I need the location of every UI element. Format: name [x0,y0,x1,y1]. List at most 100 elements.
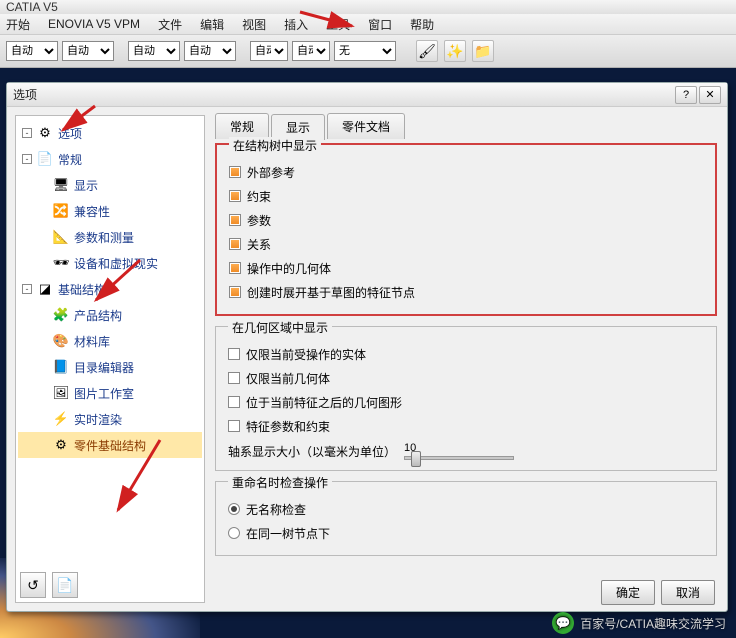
expand-icon[interactable]: - [22,128,32,138]
tree-icon: 🕶 [52,254,70,272]
checkbox[interactable] [228,420,240,432]
tree-item-常规[interactable]: -📄常规 [18,146,202,172]
menu-插入[interactable]: 插入 [284,16,308,33]
checkbox-label: 仅限当前几何体 [246,370,330,387]
checkbox[interactable] [229,262,241,274]
ok-button[interactable]: 确定 [601,580,655,605]
menu-帮助[interactable]: 帮助 [410,16,434,33]
tree-label: 实时渲染 [74,411,122,428]
tree-item-零件基础结构[interactable]: ⚙零件基础结构 [18,432,202,458]
tab-零件文档[interactable]: 零件文档 [327,113,405,139]
checkbox-label: 创建时展开基于草图的特征节点 [247,284,415,301]
tree-item-实时渲染[interactable]: ⚡实时渲染 [18,406,202,432]
menu-工具[interactable]: 工具 [326,16,350,33]
tree-item-兼容性[interactable]: 🔀兼容性 [18,198,202,224]
checkbox[interactable] [228,372,240,384]
toolbar-select-5[interactable]: 自动 [292,41,330,61]
tree-label: 常规 [58,151,82,168]
options-dialog: 选项 ? ✕ -⚙选项-📄常规🖥显示🔀兼容性📐参数和测量🕶设备和虚拟现实-◪基础… [6,82,728,612]
tree-icon: 🧩 [52,306,70,324]
radio-label: 无名称检查 [246,501,306,518]
toolbar-select-0[interactable]: 自动 [6,41,58,61]
toolbar-select-2[interactable]: 自动 [128,41,180,61]
dialog-titlebar: 选项 ? ✕ [7,83,727,107]
checkbox[interactable] [229,286,241,298]
menu-开始[interactable]: 开始 [6,16,30,33]
tree-icon: 🖼 [52,384,70,402]
checkbox-label: 关系 [247,236,271,253]
app-title: CATIA V5 [6,0,58,14]
watermark: 💬 百家号/CATIA趣味交流学习 [552,612,726,634]
tree-icon: 🎨 [52,332,70,350]
tree-item-目录编辑器[interactable]: 📘目录编辑器 [18,354,202,380]
tree-label: 显示 [74,177,98,194]
checkbox-label: 特征参数和约束 [246,418,330,435]
checkbox[interactable] [228,396,240,408]
toolbar-select-6[interactable]: 无 [334,41,396,61]
tree-item-产品结构[interactable]: 🧩产品结构 [18,302,202,328]
group-legend: 重命名时检查操作 [228,474,332,491]
group-legend: 在结构树中显示 [229,137,321,154]
expand-icon[interactable]: - [22,284,32,294]
radio[interactable] [228,527,240,539]
options-tree[interactable]: -⚙选项-📄常规🖥显示🔀兼容性📐参数和测量🕶设备和虚拟现实-◪基础结构🧩产品结构… [15,115,205,603]
menu-编辑[interactable]: 编辑 [200,16,224,33]
tree-item-设备和虚拟现实[interactable]: 🕶设备和虚拟现实 [18,250,202,276]
menu-文件[interactable]: 文件 [158,16,182,33]
tree-icon: 🔀 [52,202,70,220]
menu-视图[interactable]: 视图 [242,16,266,33]
wechat-icon: 💬 [552,612,574,634]
radio[interactable] [228,503,240,515]
tree-icon: ⚙ [52,436,70,454]
toolbar-icon-0[interactable]: 🖌 [416,40,438,62]
checkbox-label: 操作中的几何体 [247,260,331,277]
group-geometry-display: 在几何区域中显示 仅限当前受操作的实体仅限当前几何体位于当前特征之后的几何图形特… [215,326,717,471]
checkbox[interactable] [229,166,241,178]
toolbar-select-3[interactable]: 自动 [184,41,236,61]
tree-label: 产品结构 [74,307,122,324]
tab-常规[interactable]: 常规 [215,113,269,139]
tabs: 常规显示零件文档 [215,113,717,139]
tree-label: 选项 [58,125,82,142]
menu-ENOVIA V5 VPM[interactable]: ENOVIA V5 VPM [48,17,140,31]
tree-item-选项[interactable]: -⚙选项 [18,120,202,146]
menu-bar: 开始 ENOVIA V5 VPM 文件 编辑 视图 插入 工具 窗口 帮助 [0,14,736,34]
tree-icon: ⚙ [36,124,54,142]
checkbox[interactable] [228,348,240,360]
tree-tool-1[interactable]: ↺ [20,572,46,598]
menu-窗口[interactable]: 窗口 [368,16,392,33]
axis-size-slider[interactable] [404,456,514,460]
tree-icon: 📄 [36,150,54,168]
checkbox-label: 参数 [247,212,271,229]
toolbar-select-4[interactable]: 自动 [250,41,288,61]
tree-item-显示[interactable]: 🖥显示 [18,172,202,198]
tree-label: 材料库 [74,333,110,350]
tree-tool-2[interactable]: 📄 [52,572,78,598]
checkbox-label: 仅限当前受操作的实体 [246,346,366,363]
tree-label: 参数和测量 [74,229,134,246]
cancel-button[interactable]: 取消 [661,580,715,605]
checkbox[interactable] [229,214,241,226]
toolbar-select-1[interactable]: 自动 [62,41,114,61]
radio-label: 在同一树节点下 [246,525,330,542]
group-legend: 在几何区域中显示 [228,319,332,336]
tree-icon: ◪ [36,280,54,298]
tree-item-参数和测量[interactable]: 📐参数和测量 [18,224,202,250]
help-icon[interactable]: ? [675,86,697,104]
tree-label: 零件基础结构 [74,437,146,454]
slider-label: 轴系显示大小（以毫米为单位） [228,443,396,460]
toolbar-icon-2[interactable]: 📁 [472,40,494,62]
close-icon[interactable]: ✕ [699,86,721,104]
group-rename-check: 重命名时检查操作 无名称检查在同一树节点下 [215,481,717,556]
options-content: 常规显示零件文档 在结构树中显示 外部参考约束参数关系操作中的几何体创建时展开基… [213,107,727,611]
tree-label: 设备和虚拟现实 [74,255,158,272]
tree-icon: 📘 [52,358,70,376]
checkbox[interactable] [229,190,241,202]
checkbox[interactable] [229,238,241,250]
tree-item-图片工作室[interactable]: 🖼图片工作室 [18,380,202,406]
tree-item-材料库[interactable]: 🎨材料库 [18,328,202,354]
tree-item-基础结构[interactable]: -◪基础结构 [18,276,202,302]
toolbar-icon-1[interactable]: ✨ [444,40,466,62]
checkbox-label: 外部参考 [247,164,295,181]
expand-icon[interactable]: - [22,154,32,164]
